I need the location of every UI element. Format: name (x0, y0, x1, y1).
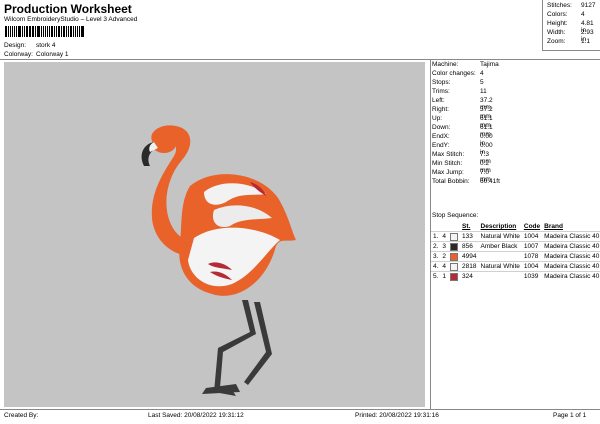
stat-width: Width: 2.93 in (547, 29, 594, 43)
stop-sequence-table: St. Description Code Brand 1. 4 133 Natu… (431, 222, 600, 281)
info-row-up: Up: 61.1 mm (432, 115, 493, 129)
table-row[interactable]: 1. 4 133 Natural White 1004 Madeira Clas… (431, 231, 600, 242)
info-row-stops: Stops: 5 (432, 79, 484, 86)
printed-date: Printed: 20/08/2022 19:31:16 (355, 412, 439, 419)
info-row-down: Down: 61.1 mm (432, 124, 493, 138)
info-row-left: Left: 37.2 mm (432, 97, 493, 111)
info-row-color-changes: Color changes: 4 (432, 70, 484, 77)
stop-sequence-title: Stop Sequence: (432, 212, 479, 219)
table-row[interactable]: 2. 3 856 Amber Black 1007 Madeira Classi… (431, 241, 600, 252)
table-row[interactable]: 5. 1 324 1039 Madeira Classic 40 (431, 271, 600, 281)
page-number: Page 1 of 1 (553, 412, 587, 419)
col-st: St. (462, 223, 471, 230)
color-swatch (450, 252, 459, 261)
software-subtitle: Wilcom EmbroideryStudio – Level 3 Advanc… (4, 16, 138, 23)
color-swatch (450, 272, 459, 281)
col-description: Description (480, 223, 517, 230)
info-row-endy: EndY: 0.00 in (432, 142, 493, 156)
info-row-max-jump: Max Jump: 7.0 mm (432, 169, 491, 183)
info-row-right: Right: 37.2 mm (432, 106, 493, 120)
stat-zoom: Zoom: 1:1 (547, 38, 591, 45)
divider (0, 59, 600, 60)
table-row[interactable]: 3. 2 4994 1078 Madeira Classic 40 (431, 251, 600, 262)
info-row-endx: EndX: 0.00 in (432, 133, 493, 147)
design-value: stork 4 (36, 42, 56, 49)
design-preview[interactable] (4, 62, 425, 407)
info-row-trims: Trims: 11 (432, 88, 487, 95)
stat-height: Height: 4.81 in (547, 20, 594, 34)
last-saved: Last Saved: 20/08/2022 19:31:12 (148, 412, 244, 419)
created-by: Created By: (4, 412, 39, 419)
info-row-total-bobbin: Total Bobbin: 60.41ft (432, 178, 500, 185)
table-header: St. Description Code Brand (431, 222, 600, 232)
stats-box: Stitches: 9127 Colors: 4 Height: 4.81 in Wi… (542, 0, 600, 51)
barcode (5, 26, 85, 37)
color-swatch (450, 242, 459, 251)
flamingo-embroidery (141, 125, 296, 396)
col-brand: Brand (544, 223, 563, 230)
design-label: Design: (4, 42, 27, 49)
info-row-machine: Machine: Tajima (432, 61, 499, 68)
colorway-value: Colorway 1 (36, 51, 69, 58)
color-swatch (450, 262, 459, 271)
col-code: Code (523, 223, 541, 230)
stat-stitches: Stitches: 9127 (547, 2, 596, 9)
color-swatch (450, 232, 459, 241)
table-row[interactable]: 4. 4 2818 Natural White 1004 Madeira Cla… (431, 261, 600, 272)
info-row-max-stitch: Max Stitch: 7.3 mm (432, 151, 491, 165)
info-row-min-stitch: Min Stitch: 0.2 mm (432, 160, 491, 174)
divider (0, 409, 600, 410)
page-title: Production Worksheet (4, 2, 132, 16)
colorway-label: Colorway: (4, 51, 33, 58)
stat-colors: Colors: 4 (547, 11, 585, 18)
